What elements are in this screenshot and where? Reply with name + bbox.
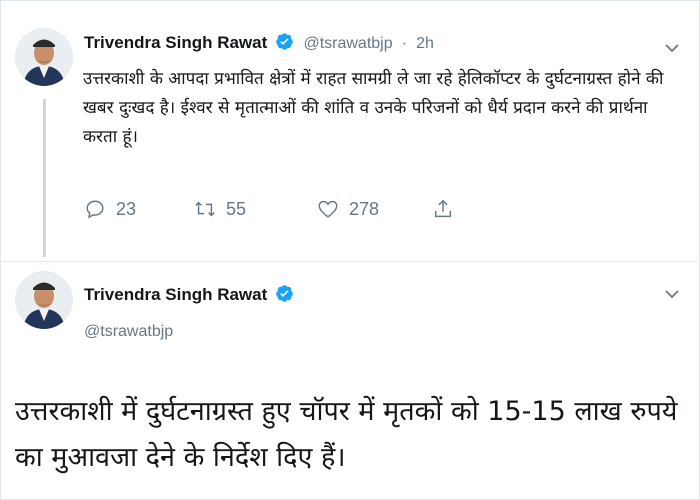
tweet-divider <box>1 261 700 262</box>
avatar[interactable] <box>15 28 73 86</box>
author-handle[interactable]: @tsrawatbjp <box>84 323 173 341</box>
tweet-header: Trivendra Singh Rawat @tsrawatbjp · 2h <box>84 32 434 53</box>
tweet-text: उत्तरकाशी में दुर्घटनाग्रस्त हुए चॉपर मे… <box>15 396 678 473</box>
retweet-count: 55 <box>226 198 247 219</box>
thread-connector-line <box>43 99 46 257</box>
tweet-header: Trivendra Singh Rawat <box>84 284 294 305</box>
author-handle[interactable]: @tsrawatbjp <box>303 35 392 52</box>
retweet-icon <box>195 201 215 217</box>
tweet-thread: Trivendra Singh Rawat @tsrawatbjp · 2h उ… <box>0 0 700 500</box>
share-icon <box>434 199 452 218</box>
share-button[interactable] <box>432 198 464 220</box>
retweet-button[interactable]: 55 <box>194 198 246 220</box>
chevron-down-icon[interactable] <box>664 42 680 54</box>
like-count: 278 <box>349 198 380 219</box>
reply-count: 23 <box>116 198 137 219</box>
tweet-text: उत्तरकाशी के आपदा प्रभावित क्षेत्रों में… <box>83 69 664 147</box>
like-button[interactable]: 278 <box>317 198 379 220</box>
verified-badge-icon <box>276 33 294 50</box>
avatar[interactable] <box>15 271 73 329</box>
chevron-down-icon[interactable] <box>664 288 680 300</box>
verified-badge-icon <box>276 285 294 302</box>
separator-dot: · <box>401 35 408 52</box>
author-name[interactable]: Trivendra Singh Rawat <box>84 285 267 304</box>
tweet-timestamp[interactable]: 2h <box>416 35 434 52</box>
author-name[interactable]: Trivendra Singh Rawat <box>84 33 267 52</box>
reply-button[interactable]: 23 <box>84 198 136 220</box>
heart-icon <box>318 200 338 218</box>
reply-icon <box>86 200 104 219</box>
